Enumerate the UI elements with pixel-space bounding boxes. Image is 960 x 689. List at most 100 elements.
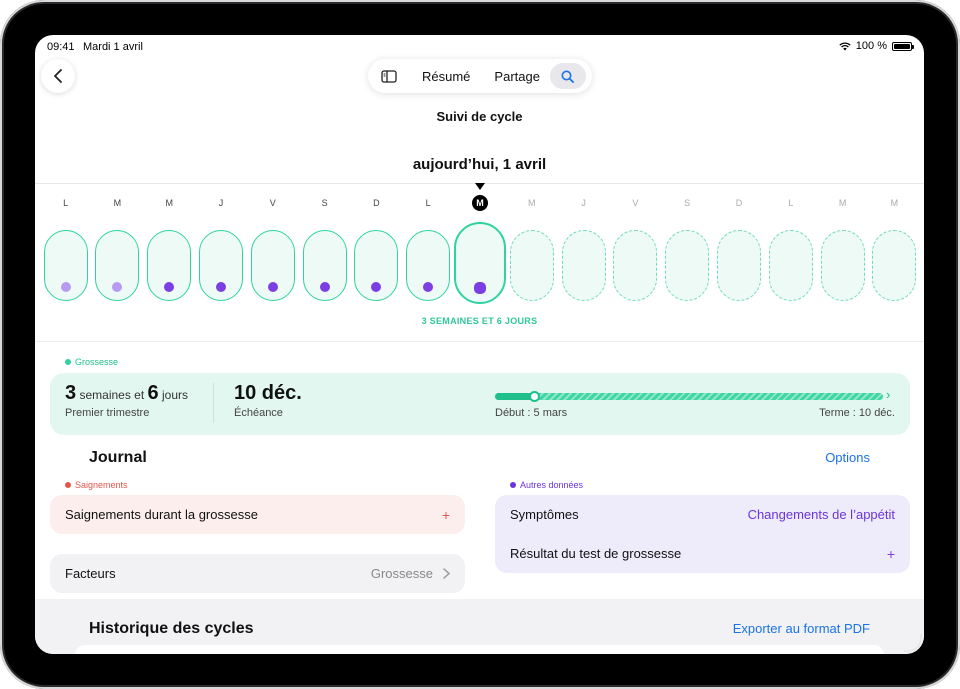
day-letter: L bbox=[425, 198, 431, 208]
factors-row[interactable]: Facteurs Grossesse bbox=[50, 554, 465, 593]
day-letter: D bbox=[373, 198, 380, 208]
day-pill-today[interactable] bbox=[454, 222, 506, 304]
day-pill[interactable] bbox=[768, 230, 813, 301]
day-pill[interactable] bbox=[872, 230, 917, 301]
search-button[interactable] bbox=[549, 63, 586, 89]
day-letter: S bbox=[684, 198, 691, 208]
history-card[interactable] bbox=[75, 645, 884, 654]
day-pill[interactable] bbox=[509, 230, 554, 301]
tab-share[interactable]: Partage bbox=[494, 69, 540, 84]
day-pill[interactable] bbox=[43, 230, 88, 301]
day-letter: J bbox=[218, 198, 224, 208]
other-data-card: Symptômes Changements de l’appétit Résul… bbox=[495, 495, 910, 573]
chevron-right-icon: › bbox=[886, 387, 891, 402]
pregnancy-trimester: Premier trimestre bbox=[65, 407, 150, 419]
day-pill[interactable] bbox=[250, 230, 295, 301]
pregnancy-card[interactable]: 3 semaines et 6 jours Premier trimestre … bbox=[50, 373, 910, 435]
log-dot-icon bbox=[319, 282, 330, 292]
today-marker-icon bbox=[475, 183, 485, 190]
chevron-right-icon bbox=[443, 568, 450, 579]
day-pill[interactable] bbox=[561, 230, 606, 301]
day-letter: J bbox=[581, 198, 586, 208]
journal-title: Journal bbox=[89, 449, 147, 466]
day-letter: M bbox=[890, 198, 899, 208]
pregnancy-tag-label: Grossesse bbox=[75, 357, 119, 367]
day-pill[interactable] bbox=[354, 230, 399, 301]
other-data-tag-label: Autres données bbox=[520, 480, 584, 490]
page-title: Suivi de cycle bbox=[436, 109, 523, 124]
export-pdf-button[interactable]: Exporter au format PDF bbox=[733, 621, 870, 636]
other-data-section-tag: Autres données bbox=[510, 480, 583, 490]
pregnancy-days-unit: jours bbox=[161, 388, 188, 402]
day-pill[interactable] bbox=[820, 230, 865, 301]
today-date-label: aujourd’hui, 1 avril bbox=[412, 156, 547, 173]
due-date-label: Échéance bbox=[234, 407, 283, 419]
factors-value: Grossesse bbox=[370, 566, 433, 581]
day-pill[interactable] bbox=[665, 230, 710, 301]
bleeding-row[interactable]: Saignements durant la grossesse + bbox=[50, 495, 465, 534]
tab-summary[interactable]: Résumé bbox=[422, 69, 470, 84]
day-letter: V bbox=[269, 198, 276, 208]
pregnancy-progress-knob bbox=[528, 391, 540, 402]
pregnancy-section-tag: Grossesse bbox=[65, 357, 118, 367]
bleeding-tag-label: Saignements bbox=[75, 480, 128, 490]
log-dot-icon bbox=[423, 282, 434, 292]
add-test-result-icon[interactable]: + bbox=[887, 546, 895, 562]
bleeding-section-tag: Saignements bbox=[65, 480, 128, 490]
other-data-dot-icon bbox=[510, 482, 516, 488]
symptoms-row-label: Symptômes bbox=[510, 507, 579, 522]
day-letter: M bbox=[113, 198, 122, 208]
pregnancy-test-row[interactable]: Résultat du test de grossesse + bbox=[495, 534, 910, 573]
log-dot-icon bbox=[371, 282, 382, 292]
day-letter: M bbox=[528, 198, 536, 208]
day-pill[interactable] bbox=[613, 230, 658, 301]
log-dot-icon bbox=[112, 282, 123, 292]
day-letter: M bbox=[472, 195, 488, 211]
options-button[interactable]: Options bbox=[825, 450, 870, 465]
history-title: Historique des cycles bbox=[89, 620, 254, 637]
pregnancy-progress-bar bbox=[495, 391, 883, 402]
log-dot-icon bbox=[60, 282, 71, 292]
log-dot-icon bbox=[267, 282, 278, 292]
day-pill[interactable] bbox=[717, 230, 761, 301]
day-pill[interactable] bbox=[406, 230, 451, 301]
symptoms-row[interactable]: Symptômes Changements de l’appétit bbox=[495, 495, 910, 534]
divider bbox=[213, 383, 214, 423]
pregnancy-days: 6 bbox=[147, 382, 159, 404]
bleeding-row-label: Saignements durant la grossesse bbox=[65, 507, 258, 522]
status-indicators: 100 % bbox=[839, 40, 914, 52]
day-pill[interactable] bbox=[199, 230, 243, 301]
pregnancy-weeks-unit: semaines et bbox=[79, 388, 145, 402]
day-pill[interactable] bbox=[302, 230, 347, 301]
status-time: 09:41 bbox=[47, 41, 75, 53]
log-dot-icon bbox=[216, 282, 226, 292]
back-button[interactable] bbox=[41, 59, 75, 93]
battery-icon bbox=[892, 41, 914, 51]
pregnancy-test-row-label: Résultat du test de grossesse bbox=[510, 546, 682, 561]
app-screen: 09:41 Mardi 1 avril 100 % Résumé Partage… bbox=[35, 35, 924, 654]
pregnancy-dot-icon bbox=[65, 359, 71, 365]
add-bleeding-icon[interactable]: + bbox=[442, 507, 450, 523]
sidebar-icon bbox=[381, 69, 397, 83]
pregnancy-progress-fill bbox=[495, 393, 534, 400]
top-toolbar: Résumé Partage bbox=[368, 59, 592, 93]
pregnancy-duration: 3 semaines et 6 jours bbox=[65, 382, 188, 405]
sidebar-toggle-button[interactable] bbox=[378, 65, 400, 87]
log-dot-icon bbox=[474, 282, 486, 294]
wifi-icon bbox=[839, 41, 851, 50]
day-pill[interactable] bbox=[95, 230, 140, 301]
day-pill[interactable] bbox=[147, 230, 192, 301]
pregnancy-weeks: 3 bbox=[65, 382, 77, 404]
cycle-duration-caption: 3 SEMAINES ET 6 JOURS bbox=[421, 316, 538, 326]
day-letter: M bbox=[838, 198, 847, 208]
search-icon bbox=[561, 70, 575, 83]
pregnancy-start-label: Début : 5 mars bbox=[495, 407, 568, 419]
day-letter: S bbox=[321, 198, 328, 208]
bleeding-dot-icon bbox=[65, 482, 71, 488]
day-letter: L bbox=[788, 198, 794, 208]
day-letter: M bbox=[165, 198, 173, 208]
battery-percent: 100 % bbox=[855, 40, 887, 52]
divider bbox=[35, 341, 924, 342]
status-bar: 09:41 Mardi 1 avril 100 % bbox=[35, 35, 924, 57]
symptoms-value: Changements de l’appétit bbox=[747, 507, 895, 522]
